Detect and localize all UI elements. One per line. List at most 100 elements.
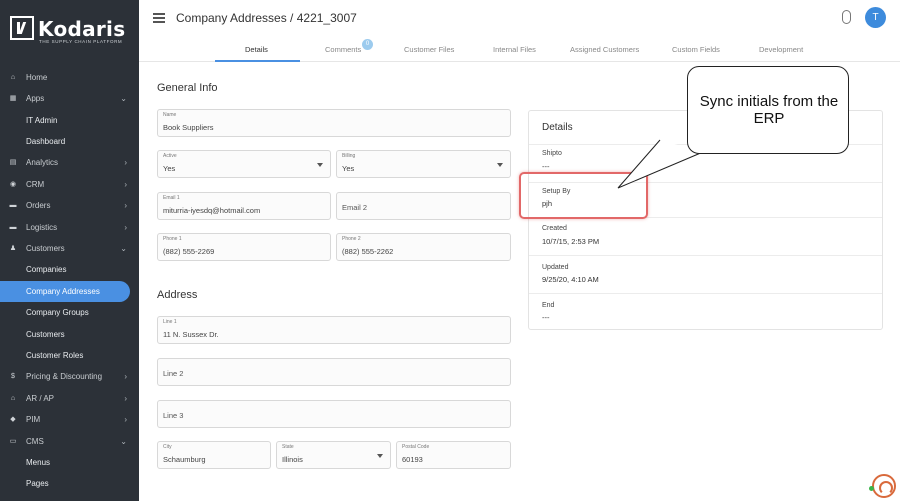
phone1-value: (882) 555-2269 <box>163 247 215 256</box>
email1-field[interactable]: Email 1 miturria-iyesdq@hotmail.com <box>157 192 331 220</box>
tab-development[interactable]: Development <box>759 45 803 54</box>
truck-icon: ▬ <box>9 223 17 231</box>
sidebar-item-menus[interactable]: Menus <box>0 452 139 473</box>
annotation-callout: Sync initials from the ERP <box>687 66 849 154</box>
sidebar-item-company-groups[interactable]: Company Groups <box>0 302 139 323</box>
chevron-down-icon[interactable]: ⌄ <box>120 244 127 253</box>
sidebar-item-cms[interactable]: ▭ CMS ⌄ <box>0 431 139 452</box>
sidebar: Kodaris THE SUPPLY CHAIN PLATFORM ⌂ Home ▦… <box>0 0 139 501</box>
sidebar-item-company-addresses[interactable]: Company Addresses <box>0 281 130 302</box>
phone2-field[interactable]: Phone 2 (882) 555-2262 <box>336 233 511 261</box>
sidebar-item-dashboard[interactable]: Dashboard <box>0 131 139 152</box>
sidebar-item-label: IT Admin <box>26 116 58 125</box>
chevron-right-icon[interactable]: › <box>124 394 127 403</box>
tab-internal-files[interactable]: Internal Files <box>493 45 536 54</box>
sidebar-item-logistics[interactable]: ▬ Logistics › <box>0 217 139 238</box>
sidebar-item-customer-roles[interactable]: Customer Roles <box>0 345 139 366</box>
sidebar-item-apps[interactable]: ▦ Apps ⌄ <box>0 88 139 109</box>
truck-icon: ▬ <box>9 201 17 209</box>
state-label: State <box>282 444 294 450</box>
chevron-right-icon[interactable]: › <box>124 223 127 232</box>
line2-placeholder: Line 2 <box>163 369 184 378</box>
general-info-title: General Info <box>157 82 218 94</box>
phone1-field[interactable]: Phone 1 (882) 555-2269 <box>157 233 331 261</box>
grid-icon: ▦ <box>9 94 17 102</box>
chevron-down-icon[interactable]: ⌄ <box>120 94 127 103</box>
sidebar-item-crm[interactable]: ◉ CRM › <box>0 174 139 195</box>
billing-value: Yes <box>342 164 355 173</box>
users-icon: ♟ <box>9 244 17 252</box>
tab-assigned-customers[interactable]: Assigned Customers <box>570 45 639 54</box>
detail-label: End <box>542 302 555 309</box>
tab-comments[interactable]: Comments <box>325 45 361 54</box>
caret-down-icon <box>317 163 323 167</box>
address-line1-field[interactable]: Line 1 11 N. Sussex Dr. <box>157 316 511 344</box>
detail-label: Updated <box>542 264 569 271</box>
sidebar-item-orders[interactable]: ▬ Orders › <box>0 195 139 216</box>
email2-field[interactable]: Email 2 <box>336 192 511 220</box>
sidebar-item-label: Pricing & Discounting <box>26 372 103 381</box>
dollar-icon: $ <box>11 372 15 380</box>
active-value: Yes <box>163 164 176 173</box>
sidebar-item-label: Company Addresses <box>26 287 100 296</box>
city-label: City <box>163 444 172 450</box>
menu-icon[interactable] <box>153 13 165 23</box>
active-select[interactable]: Active Yes <box>157 150 331 178</box>
sidebar-item-home[interactable]: ⌂ Home <box>0 67 139 88</box>
sidebar-item-pages[interactable]: Pages <box>0 473 139 494</box>
chevron-right-icon[interactable]: › <box>124 180 127 189</box>
sidebar-item-companies[interactable]: Companies <box>0 259 139 280</box>
sidebar-item-customers[interactable]: ♟ Customers ⌄ <box>0 238 139 259</box>
tab-details[interactable]: Details <box>245 45 268 54</box>
detail-row-created: Created 10/7/15, 2:53 PM <box>529 217 882 255</box>
sidebar-item-analytics[interactable]: ▤ Analytics › <box>0 152 139 173</box>
active-label: Active <box>163 153 177 159</box>
postal-code-field[interactable]: Postal Code 60193 <box>396 441 511 469</box>
sidebar-item-customers[interactable]: Customers <box>0 324 139 345</box>
sidebar-item-it-admin[interactable]: IT Admin <box>0 110 139 131</box>
brand-logo[interactable]: Kodaris THE SUPPLY CHAIN PLATFORM <box>10 16 130 44</box>
chevron-right-icon[interactable]: › <box>124 201 127 210</box>
address-line3-field[interactable]: Line 3 <box>157 400 511 428</box>
sidebar-item-label: Pages <box>26 479 49 488</box>
chevron-right-icon[interactable]: › <box>124 372 127 381</box>
sidebar-item-pricing-discounting[interactable]: $ Pricing & Discounting › <box>0 366 139 387</box>
online-status-dot <box>869 486 874 491</box>
sidebar-item-label: Logistics <box>26 223 58 232</box>
window-icon: ▭ <box>9 437 17 445</box>
state-select[interactable]: State Illinois <box>276 441 391 469</box>
user-circle-icon: ◉ <box>9 180 17 188</box>
chevron-right-icon[interactable]: › <box>124 158 127 167</box>
tab-customer-files[interactable]: Customer Files <box>404 45 454 54</box>
sidebar-item-pim[interactable]: ◆ PIM › <box>0 409 139 430</box>
sidebar-item-label: Companies <box>26 265 67 274</box>
kodaris-logo-icon <box>10 16 34 40</box>
brand-name: Kodaris <box>38 17 126 41</box>
sidebar-item-label: Orders <box>26 201 51 210</box>
sidebar-item-label: Dashboard <box>26 137 66 146</box>
avatar[interactable]: T <box>865 7 886 28</box>
email2-placeholder: Email 2 <box>342 203 368 212</box>
address-line2-field[interactable]: Line 2 <box>157 358 511 386</box>
sidebar-item-label: Menus <box>26 458 51 467</box>
chat-support-icon[interactable] <box>872 474 896 498</box>
sidebar-item-ar-ap[interactable]: ⌂ AR / AP › <box>0 388 139 409</box>
tab-custom-fields[interactable]: Custom Fields <box>672 45 720 54</box>
chart-icon: ▤ <box>9 158 17 166</box>
city-field[interactable]: City Schaumburg <box>157 441 271 469</box>
chevron-right-icon[interactable]: › <box>124 415 127 424</box>
brand-tagline: THE SUPPLY CHAIN PLATFORM <box>39 39 123 44</box>
paperclip-icon[interactable] <box>842 10 851 24</box>
sidebar-item-label: CMS <box>26 437 44 446</box>
sidebar-item-label: Customers <box>26 330 65 339</box>
sidebar-item-label: Company Groups <box>26 308 89 317</box>
name-field[interactable]: Name Book Suppliers <box>157 109 511 137</box>
billing-select[interactable]: Billing Yes <box>336 150 511 178</box>
detail-value: --- <box>542 313 550 322</box>
email1-label: Email 1 <box>163 195 180 201</box>
sidebar-item-label: Customers <box>26 244 65 253</box>
chevron-down-icon[interactable]: ⌄ <box>120 437 127 446</box>
line3-placeholder: Line 3 <box>163 411 184 420</box>
page-title: Company Addresses / 4221_3007 <box>176 11 357 25</box>
tag-icon: ◆ <box>10 415 16 423</box>
